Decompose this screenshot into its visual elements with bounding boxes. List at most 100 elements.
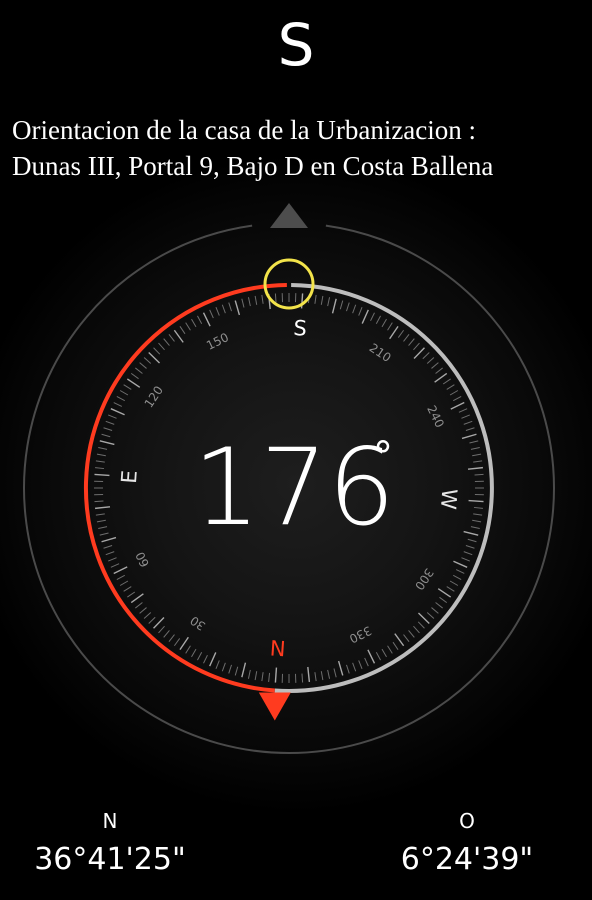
tick-mark <box>358 307 363 316</box>
tick-mark <box>228 664 232 674</box>
tick-mark <box>449 580 459 586</box>
degree-number: 120 <box>142 383 166 410</box>
tick-mark <box>96 519 106 523</box>
tick-mark <box>431 607 439 614</box>
tick-mark <box>153 347 161 355</box>
tick-mark <box>241 298 245 308</box>
tick-mark <box>467 466 484 470</box>
tick-mark <box>247 669 251 679</box>
tick-mark <box>179 326 186 335</box>
tick-mark <box>261 672 264 682</box>
tick-mark <box>135 367 143 374</box>
tick-mark <box>472 453 482 457</box>
tick-mark <box>163 630 170 638</box>
tick-mark <box>307 666 311 683</box>
tick-mark <box>202 312 211 327</box>
tick-mark <box>113 566 128 575</box>
tick-mark <box>364 657 369 667</box>
tick-mark <box>94 473 110 477</box>
tick-mark <box>168 334 175 342</box>
tick-mark <box>98 526 108 530</box>
tick-mark <box>434 372 448 383</box>
tick-mark <box>408 338 415 346</box>
tick-mark <box>314 672 317 682</box>
tick-mark <box>119 390 129 396</box>
tick-mark <box>98 446 108 450</box>
cardinal-label-n: N <box>269 635 286 660</box>
tick-mark <box>422 352 430 360</box>
tick-mark <box>446 586 455 592</box>
tick-mark <box>101 433 111 438</box>
tick-mark <box>333 668 337 678</box>
tick-mark <box>215 307 220 316</box>
tick-mark <box>101 536 117 543</box>
tick-mark <box>381 318 387 328</box>
longitude-label: O <box>459 809 475 833</box>
tick-mark <box>108 414 117 419</box>
tick-mark <box>375 651 381 661</box>
tick-mark <box>449 390 459 396</box>
tick-mark <box>463 551 473 556</box>
tick-mark <box>301 673 304 683</box>
tick-mark <box>96 453 106 457</box>
tick-mark <box>403 634 410 642</box>
tick-mark <box>394 633 405 647</box>
tick-mark <box>185 322 191 331</box>
tick-mark <box>327 297 331 307</box>
tick-mark <box>426 357 435 364</box>
tick-mark <box>254 295 258 305</box>
latitude-value: 36°41'25" <box>34 842 186 877</box>
tick-mark <box>442 378 451 385</box>
tick-mark <box>468 499 484 503</box>
tick-mark <box>168 634 175 642</box>
tick-mark <box>417 612 430 624</box>
tick-mark <box>173 329 184 343</box>
tick-mark <box>110 563 120 568</box>
tick-mark <box>453 560 468 568</box>
tick-mark <box>470 446 480 450</box>
tick-mark <box>452 574 462 580</box>
compass-dial: N E S W 30 60 120 150 210 240 300 330 176 ° <box>23 203 555 755</box>
tick-mark <box>375 315 381 325</box>
tick-mark <box>446 384 455 390</box>
tick-mark <box>473 506 483 509</box>
tick-mark <box>450 401 465 410</box>
tick-mark <box>463 530 479 536</box>
tick-mark <box>472 519 482 523</box>
cardinal-label-w: W <box>436 488 461 511</box>
tick-mark <box>209 309 214 319</box>
latitude-label: N <box>102 809 118 833</box>
tick-mark <box>467 538 477 543</box>
tick-mark <box>254 671 258 681</box>
tick-mark <box>127 591 136 598</box>
degree-number: 330 <box>347 623 374 646</box>
tick-mark <box>381 648 387 658</box>
tick-mark <box>408 630 415 638</box>
degree-number: 60 <box>133 550 152 570</box>
tick-mark <box>331 298 337 314</box>
tick-mark <box>473 460 483 463</box>
degree-number: 210 <box>367 341 394 365</box>
tick-mark <box>143 612 152 619</box>
tick-mark <box>413 342 420 351</box>
tick-mark <box>139 362 147 369</box>
tick-mark <box>346 302 350 312</box>
tick-mark <box>197 651 203 661</box>
tick-mark <box>143 357 152 364</box>
tick-mark <box>191 648 197 658</box>
tick-mark <box>179 636 189 651</box>
degree-symbol: ° <box>373 434 393 480</box>
tick-mark <box>352 304 357 314</box>
tick-mark <box>455 569 465 574</box>
tick-mark <box>105 551 115 556</box>
tick-mark <box>370 312 375 322</box>
tick-mark <box>320 671 324 681</box>
tick-mark <box>234 666 239 676</box>
tick-mark <box>126 378 141 388</box>
tick-mark <box>185 645 191 654</box>
tick-mark <box>387 645 393 654</box>
tick-mark <box>261 294 264 304</box>
tick-mark <box>163 338 170 346</box>
tick-mark <box>461 433 477 440</box>
tick-mark <box>130 593 144 604</box>
